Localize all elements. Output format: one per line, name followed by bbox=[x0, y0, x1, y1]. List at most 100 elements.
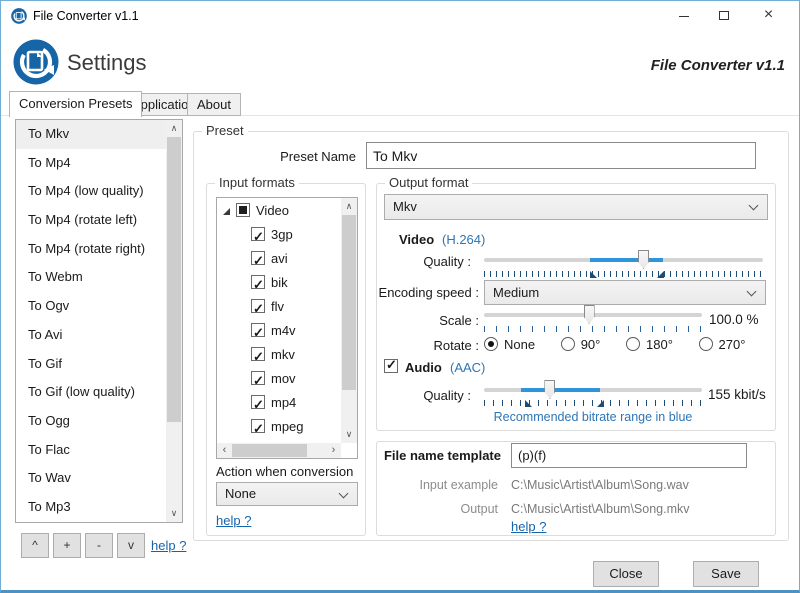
audio-section-label: Audio bbox=[405, 360, 442, 375]
format-tree-item[interactable]: bik bbox=[217, 271, 357, 295]
tree-expander-icon[interactable] bbox=[223, 208, 230, 215]
scrollbar-thumb[interactable] bbox=[342, 215, 356, 390]
format-checkbox[interactable] bbox=[251, 275, 265, 289]
output-format-dropdown[interactable]: Mkv bbox=[384, 194, 768, 220]
remove-preset-button[interactable]: - bbox=[85, 533, 113, 558]
app-version-label: File Converter v1.1 bbox=[651, 57, 785, 74]
preset-list-item[interactable]: To Mp4 (rotate right) bbox=[16, 235, 167, 264]
audio-quality-slider[interactable] bbox=[484, 380, 702, 399]
move-preset-up-button[interactable]: ^ bbox=[21, 533, 49, 558]
preset-list-item[interactable]: To Webm bbox=[16, 263, 167, 292]
preset-list-scrollbar[interactable]: ∧ ∨ bbox=[166, 120, 182, 522]
format-checkbox[interactable] bbox=[251, 299, 265, 313]
range-start-marker bbox=[525, 400, 532, 407]
preset-list-item[interactable]: To Flac bbox=[16, 436, 167, 465]
preset-list-item[interactable]: To Avi bbox=[16, 321, 167, 350]
format-checkbox[interactable] bbox=[251, 419, 265, 433]
format-checkbox[interactable] bbox=[251, 347, 265, 361]
scale-slider[interactable] bbox=[484, 305, 702, 324]
rotate-option[interactable]: 180° bbox=[626, 337, 673, 352]
scrollbar-thumb[interactable] bbox=[232, 444, 307, 457]
format-tree-item[interactable]: flv bbox=[217, 295, 357, 319]
move-preset-down-button[interactable]: v bbox=[117, 533, 145, 558]
rotate-radio[interactable] bbox=[561, 337, 575, 351]
format-tree-item[interactable]: 3gp bbox=[217, 223, 357, 247]
format-tree-item[interactable]: mpeg bbox=[217, 415, 357, 439]
page-title: Settings bbox=[67, 50, 147, 76]
title-bar[interactable]: File Converter v1.1 × bbox=[1, 1, 799, 31]
scale-value: 100.0 % bbox=[709, 312, 759, 327]
slider-thumb[interactable] bbox=[544, 380, 555, 399]
preset-list-item[interactable]: To Ogg bbox=[16, 407, 167, 436]
format-checkbox[interactable] bbox=[251, 227, 265, 241]
scroll-up-icon[interactable]: ∧ bbox=[166, 120, 182, 137]
rotate-option[interactable]: 90° bbox=[561, 337, 601, 352]
tab-about[interactable]: About bbox=[187, 93, 241, 116]
preset-name-input[interactable] bbox=[366, 142, 756, 169]
scroll-left-icon[interactable]: ‹ bbox=[217, 443, 232, 458]
preset-list-item[interactable]: To Mp4 (low quality) bbox=[16, 177, 167, 206]
scroll-down-icon[interactable]: ∨ bbox=[166, 505, 182, 522]
slider-thumb[interactable] bbox=[584, 305, 595, 324]
format-tree-item[interactable]: avi bbox=[217, 247, 357, 271]
encoding-speed-dropdown[interactable]: Medium bbox=[484, 280, 766, 305]
preset-list-item[interactable]: To Mp3 bbox=[16, 493, 167, 522]
file-name-help-link[interactable]: help ? bbox=[511, 519, 546, 534]
rotate-radio[interactable] bbox=[484, 337, 498, 351]
format-tree-item[interactable]: mp4 bbox=[217, 391, 357, 415]
input-example-label: Input example bbox=[373, 478, 498, 492]
preset-list-item[interactable]: To Ogv bbox=[16, 292, 167, 321]
format-checkbox[interactable] bbox=[251, 323, 265, 337]
presets-help-link[interactable]: help ? bbox=[151, 538, 186, 553]
range-end-marker bbox=[597, 400, 604, 407]
preset-list-item[interactable]: To Mkv bbox=[16, 120, 167, 149]
scrollbar-thumb[interactable] bbox=[167, 137, 181, 422]
rotate-radio[interactable] bbox=[626, 337, 640, 351]
tree-items: 3gp avi bik flv m4v mkv mov mp4 mpeg ogv bbox=[217, 223, 357, 459]
audio-enabled-checkbox[interactable] bbox=[384, 359, 398, 373]
tree-root-video[interactable]: Video bbox=[217, 198, 357, 223]
file-converter-settings-window: File Converter v1.1 × Settings File Conv… bbox=[0, 0, 800, 593]
preset-list-item[interactable]: To Gif bbox=[16, 350, 167, 379]
minimize-icon[interactable] bbox=[664, 1, 704, 31]
slider-thumb[interactable] bbox=[638, 250, 649, 269]
input-formats-group-label: Input formats bbox=[215, 175, 299, 190]
action-dropdown[interactable]: None bbox=[216, 482, 358, 506]
preset-list: To Mkv To Mp4 To Mp4 (low quality) To Mp… bbox=[15, 119, 183, 523]
preset-list-item[interactable]: To Mp4 (rotate left) bbox=[16, 206, 167, 235]
format-tree-item[interactable]: m4v bbox=[217, 319, 357, 343]
preset-list-item[interactable]: To Wav bbox=[16, 464, 167, 493]
format-tree-item[interactable]: mkv bbox=[217, 343, 357, 367]
file-name-template-input[interactable] bbox=[511, 443, 747, 468]
rotate-option[interactable]: 270° bbox=[699, 337, 746, 352]
rotate-option[interactable]: None bbox=[484, 337, 535, 352]
action-when-conversion-label: Action when conversion bbox=[216, 464, 364, 479]
save-button[interactable]: Save bbox=[693, 561, 759, 587]
input-example-value: C:\Music\Artist\Album\Song.wav bbox=[511, 478, 689, 492]
scroll-up-icon[interactable]: ∧ bbox=[341, 198, 357, 215]
scroll-down-icon[interactable]: ∨ bbox=[341, 426, 357, 443]
add-preset-button[interactable]: + bbox=[53, 533, 81, 558]
close-icon[interactable]: × bbox=[746, 1, 791, 31]
tab-conversion-presets[interactable]: Conversion Presets bbox=[9, 91, 142, 117]
video-quality-label: Quality : bbox=[376, 254, 471, 269]
format-tree-item[interactable]: mov bbox=[217, 367, 357, 391]
input-formats-tree: Video 3gp avi bik flv m4v mkv mov mp4 mp… bbox=[216, 197, 358, 459]
format-checkbox[interactable] bbox=[251, 395, 265, 409]
input-formats-help-link[interactable]: help ? bbox=[216, 513, 251, 528]
preset-name-label: Preset Name bbox=[231, 149, 356, 164]
video-quality-slider[interactable] bbox=[484, 250, 763, 269]
format-checkbox[interactable] bbox=[251, 371, 265, 385]
maximize-icon[interactable] bbox=[704, 1, 744, 31]
slider-highlight-range bbox=[521, 388, 599, 392]
format-checkbox[interactable] bbox=[251, 251, 265, 265]
scroll-right-icon[interactable]: › bbox=[326, 443, 341, 458]
tree-horizontal-scrollbar[interactable]: ‹ › bbox=[217, 443, 341, 458]
video-root-checkbox[interactable] bbox=[236, 203, 250, 217]
preset-list-item[interactable]: To Mp4 bbox=[16, 149, 167, 178]
preset-list-item[interactable]: To Gif (low quality) bbox=[16, 378, 167, 407]
app-icon bbox=[11, 8, 27, 24]
rotate-radio[interactable] bbox=[699, 337, 713, 351]
close-button[interactable]: Close bbox=[593, 561, 659, 587]
audio-quality-ticks bbox=[484, 400, 702, 406]
